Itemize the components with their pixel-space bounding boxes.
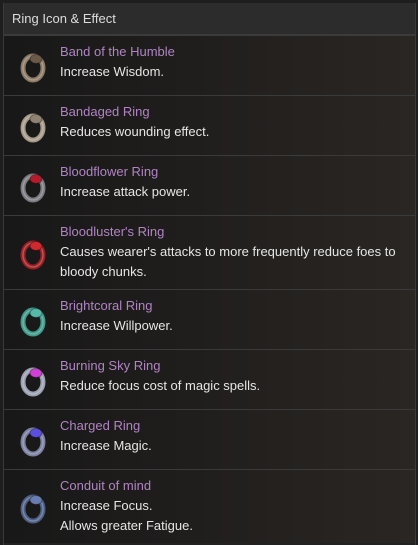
ring-text: Bloodflower Ring Increase attack power. bbox=[60, 162, 407, 202]
ring-name: Charged Ring bbox=[60, 418, 141, 433]
conduit-of-mind-icon bbox=[16, 490, 50, 524]
list-item: Bloodluster's Ring Causes wearer's attack… bbox=[4, 215, 415, 289]
ring-name: Burning Sky Ring bbox=[60, 358, 161, 373]
ring-name: Bloodluster's Ring bbox=[60, 224, 165, 239]
ring-name: Bloodflower Ring bbox=[60, 164, 159, 179]
ring-name: Bandaged Ring bbox=[60, 104, 150, 119]
ring-list: Band of the Humble Increase Wisdom. Bandag… bbox=[4, 35, 415, 543]
ring-effect: Increase Wisdom. bbox=[60, 64, 165, 79]
ring-text: Band of the Humble Increase Wisdom. bbox=[60, 42, 407, 82]
ring-effect: Increase Focus. Allows greater Fatigue. bbox=[60, 498, 193, 533]
ring-effect: Reduce focus cost of magic spells. bbox=[60, 378, 261, 393]
band-of-the-humble-icon bbox=[16, 49, 50, 83]
ring-effect: Increase attack power. bbox=[60, 184, 191, 199]
list-item: Burning Sky Ring Reduce focus cost of mag… bbox=[4, 349, 415, 409]
ring-effect: Causes wearer's attacks to more frequent… bbox=[60, 244, 396, 279]
ring-name: Band of the Humble bbox=[60, 44, 175, 59]
ring-effect: Increase Willpower. bbox=[60, 318, 173, 333]
list-item: Bandaged Ring Reduces wounding effect. bbox=[4, 95, 415, 155]
bloodflower-ring-icon bbox=[16, 169, 50, 203]
bloodlusters-ring-icon bbox=[16, 236, 50, 270]
list-item: Charged Ring Increase Magic. bbox=[4, 409, 415, 469]
list-item: Conduit of mind Increase Focus. Allows gr… bbox=[4, 469, 415, 543]
ring-text: Bloodluster's Ring Causes wearer's attack… bbox=[60, 222, 407, 282]
ring-name: Brightcoral Ring bbox=[60, 298, 153, 313]
ring-text: Burning Sky Ring Reduce focus cost of mag… bbox=[60, 356, 407, 396]
table-header: Ring Icon & Effect bbox=[4, 3, 415, 35]
ring-text: Brightcoral Ring Increase Willpower. bbox=[60, 296, 407, 336]
burning-sky-ring-icon bbox=[16, 363, 50, 397]
list-item: Bloodflower Ring Increase attack power. bbox=[4, 155, 415, 215]
charged-ring-icon bbox=[16, 423, 50, 457]
ring-text: Conduit of mind Increase Focus. Allows gr… bbox=[60, 476, 407, 536]
ring-name: Conduit of mind bbox=[60, 478, 152, 493]
bandaged-ring-icon bbox=[16, 109, 50, 143]
ring-text: Charged Ring Increase Magic. bbox=[60, 416, 407, 456]
ring-effects-table: Ring Icon & Effect Band of the Humble Inc… bbox=[3, 3, 416, 545]
brightcoral-ring-icon bbox=[16, 303, 50, 337]
ring-effect: Reduces wounding effect. bbox=[60, 124, 210, 139]
ring-text: Bandaged Ring Reduces wounding effect. bbox=[60, 102, 407, 142]
list-item: Brightcoral Ring Increase Willpower. bbox=[4, 289, 415, 349]
list-item: Band of the Humble Increase Wisdom. bbox=[4, 35, 415, 95]
ring-effect: Increase Magic. bbox=[60, 438, 152, 453]
